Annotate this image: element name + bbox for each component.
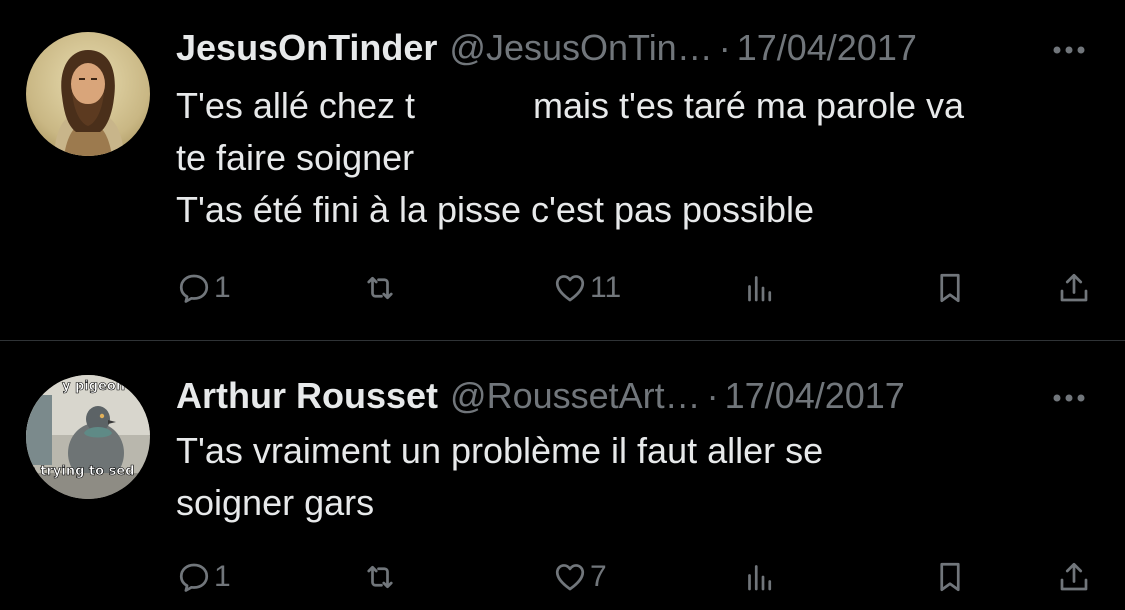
tweet-text-line: soigner gars <box>176 482 375 523</box>
retweet-icon <box>367 565 393 589</box>
tweet[interactable]: JesusOnTinder @JesusOnTin… · 17/04/2017 T'e… <box>0 0 1125 341</box>
like-icon <box>555 564 585 591</box>
reply-icon <box>179 274 209 303</box>
user-handle[interactable]: @RoussetArt… <box>450 375 701 416</box>
tweet-header: JesusOnTinder @JesusOnTin… · 17/04/2017 <box>176 26 917 70</box>
separator: · <box>718 27 731 68</box>
tweet-text-line: T'as été fini à la pisse c'est pas possi… <box>176 189 815 230</box>
more-button[interactable] <box>1049 374 1089 418</box>
like-icon <box>555 275 585 302</box>
more-button[interactable] <box>1049 26 1089 70</box>
views-button[interactable] <box>742 266 778 310</box>
pigeon-meme-icon: y pigeon s trying to sed <box>26 375 150 499</box>
display-name[interactable]: Arthur Rousset <box>176 375 438 416</box>
avatar[interactable]: y pigeon s trying to sed <box>26 375 150 499</box>
retweet-button[interactable] <box>362 555 400 599</box>
bookmark-button[interactable] <box>932 266 968 310</box>
avatar-caption: s trying to sed <box>28 464 134 479</box>
user-handle[interactable]: @JesusOnTin… <box>449 27 712 68</box>
action-bar: 1 11 <box>176 266 1096 310</box>
share-icon <box>1060 273 1088 302</box>
bookmark-icon <box>940 273 960 303</box>
reply-button[interactable]: 1 <box>176 555 231 599</box>
tweet-text-line: te faire soigner <box>176 137 415 178</box>
retweet-button[interactable] <box>362 266 400 310</box>
reply-count: 1 <box>214 271 231 304</box>
reply-button[interactable]: 1 <box>176 266 231 310</box>
more-icon <box>1053 394 1085 402</box>
like-button[interactable]: 7 <box>552 555 607 599</box>
share-button[interactable] <box>1056 555 1092 599</box>
views-button[interactable] <box>742 555 778 599</box>
retweet-icon <box>367 276 393 300</box>
bookmark-button[interactable] <box>932 555 968 599</box>
views-icon <box>748 276 772 302</box>
tweet-date[interactable]: 17/04/2017 <box>737 27 917 68</box>
share-icon <box>1060 562 1088 591</box>
views-icon <box>748 565 772 591</box>
avatar-caption: y pigeon <box>62 379 125 394</box>
jesus-portrait-icon <box>26 32 150 156</box>
action-bar: 1 7 <box>176 555 1096 599</box>
share-button[interactable] <box>1056 266 1092 310</box>
more-icon <box>1053 46 1085 54</box>
bookmark-icon <box>940 562 960 592</box>
tweet-header: Arthur Rousset @RoussetArt… · 17/04/2017 <box>176 374 905 418</box>
like-count: 11 <box>590 271 622 304</box>
reply-count: 1 <box>214 560 231 593</box>
tweet-text-segment: T'es allé chez t <box>176 85 415 126</box>
like-count: 7 <box>590 560 607 593</box>
reply-icon <box>179 563 209 592</box>
display-name[interactable]: JesusOnTinder <box>176 27 437 68</box>
tweet-text: T'as vraiment un problème il faut aller … <box>176 425 1096 529</box>
tweet-text-segment: mais t'es taré ma parole va <box>532 85 965 126</box>
tweet[interactable]: y pigeon s trying to sed Arthur Rousset @… <box>0 341 1125 610</box>
tweet-date[interactable]: 17/04/2017 <box>725 375 905 416</box>
tweet-text-line: T'as vraiment un problème il faut aller … <box>176 430 824 471</box>
tweet-text: T'es allé chez t mais t'es taré ma parole… <box>176 80 1096 236</box>
like-button[interactable]: 11 <box>552 266 621 310</box>
avatar[interactable] <box>26 32 150 156</box>
separator: · <box>706 375 719 416</box>
